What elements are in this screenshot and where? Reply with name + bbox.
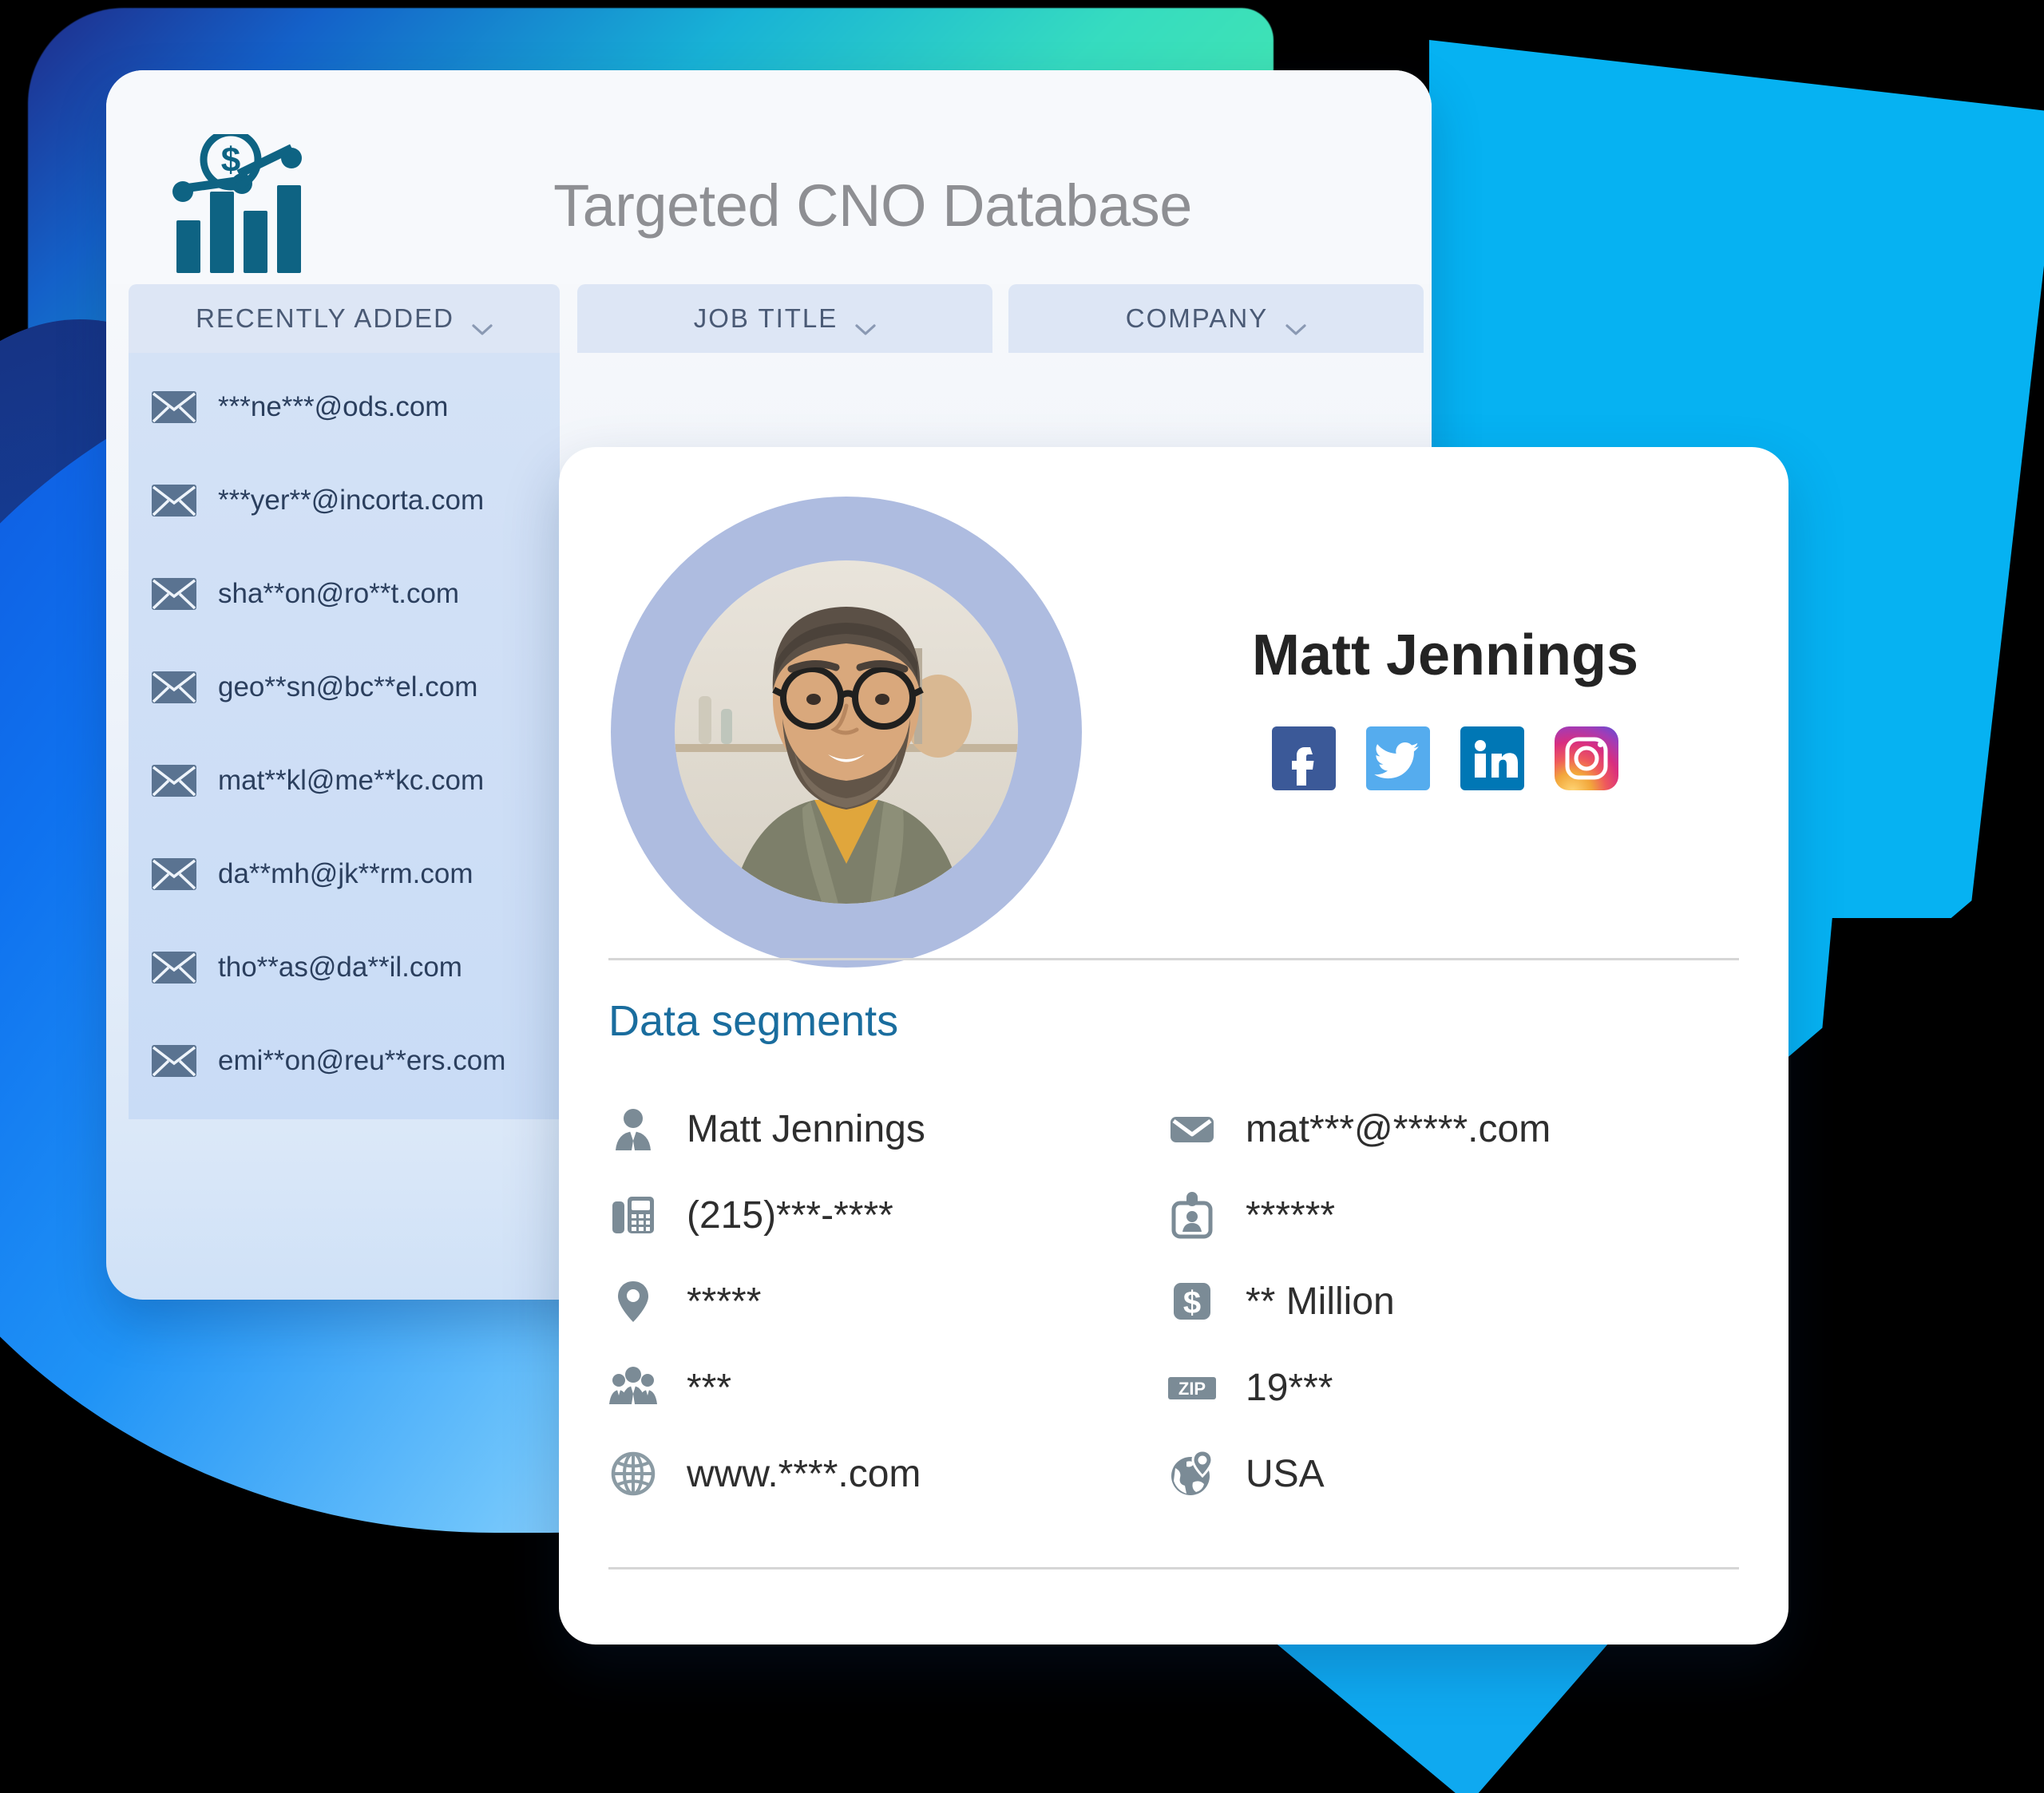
screenshot-root: $ Targeted CNO Database RECENTLY ADDED J… — [0, 0, 2044, 1793]
segment-value: (215)***-**** — [687, 1193, 893, 1237]
divider — [608, 1567, 1739, 1569]
segment-row-revenue: $ ** Million — [1167, 1258, 1694, 1344]
map-pin-icon — [608, 1276, 658, 1326]
email-address: da**mh@jk**rm.com — [218, 858, 473, 889]
envelope-icon — [151, 764, 197, 798]
email-address: tho**as@da**il.com — [218, 952, 462, 983]
svg-text:ZIP: ZIP — [1178, 1379, 1206, 1399]
facebook-icon[interactable] — [1272, 726, 1336, 790]
envelope-icon — [151, 577, 197, 611]
column-tab-company[interactable]: COMPANY — [1008, 284, 1424, 353]
instagram-icon[interactable] — [1555, 726, 1618, 790]
segment-value: 19*** — [1246, 1366, 1333, 1409]
segment-value: ** Million — [1246, 1280, 1395, 1323]
envelope-icon — [151, 951, 197, 984]
telephone-icon — [608, 1190, 658, 1240]
list-item[interactable]: emi**on@reu**ers.com — [151, 1037, 505, 1085]
divider — [608, 958, 1739, 960]
data-segments-heading: Data segments — [608, 997, 899, 1045]
segment-row-website: www.****.com — [608, 1431, 1135, 1517]
people-group-icon — [608, 1363, 658, 1412]
envelope-icon — [1167, 1104, 1217, 1154]
data-segments-right-column: mat***@*****.com ****** $ ** Million ZIP… — [1167, 1086, 1694, 1517]
list-item[interactable]: da**mh@jk**rm.com — [151, 850, 473, 898]
recently-added-email-list: ***ne***@ods.com ***yer**@incorta.com sh… — [129, 353, 560, 1119]
column-tab-label: COMPANY — [1125, 303, 1269, 333]
globe-pin-icon — [1167, 1449, 1217, 1498]
contact-profile-card: Matt Jennings Data segments Matt Jenning… — [559, 447, 1788, 1645]
zip-icon: ZIP — [1167, 1363, 1217, 1412]
segment-row-location: ***** — [608, 1258, 1135, 1344]
globe-icon — [608, 1449, 658, 1498]
card-header: $ Targeted CNO Database — [106, 70, 1432, 284]
email-address: geo**sn@bc**el.com — [218, 671, 478, 703]
segment-row-job-title: ****** — [1167, 1172, 1694, 1258]
segment-row-name: Matt Jennings — [608, 1086, 1135, 1172]
social-links — [1166, 726, 1725, 790]
segment-value: ***** — [687, 1280, 762, 1323]
person-icon — [608, 1104, 658, 1154]
email-address: emi**on@reu**ers.com — [218, 1045, 506, 1076]
email-address: sha**on@ro**t.com — [218, 578, 460, 609]
avatar — [611, 497, 1082, 968]
envelope-icon — [151, 671, 197, 704]
segment-value: USA — [1246, 1452, 1325, 1495]
list-item[interactable]: tho**as@da**il.com — [151, 944, 462, 991]
chevron-down-icon[interactable] — [1285, 312, 1306, 335]
id-badge-icon — [1167, 1190, 1217, 1240]
envelope-icon — [151, 1044, 197, 1078]
column-tab-label: JOB TITLE — [693, 303, 838, 333]
segment-row-country: USA — [1167, 1431, 1694, 1517]
svg-text:$: $ — [221, 141, 240, 180]
email-address: mat**kl@me**kc.com — [218, 765, 485, 796]
envelope-icon — [151, 857, 197, 891]
page-title: Targeted CNO Database — [553, 172, 1192, 239]
segment-value: mat***@*****.com — [1246, 1107, 1551, 1150]
segment-value: *** — [687, 1366, 732, 1409]
data-segments-left-column: Matt Jennings (215)***-**** ***** *** ww… — [608, 1086, 1135, 1517]
column-header-tabs: RECENTLY ADDED JOB TITLE COMPANY — [106, 284, 1432, 361]
email-address: ***ne***@ods.com — [218, 391, 449, 422]
column-tab-job-title[interactable]: JOB TITLE — [577, 284, 992, 353]
envelope-icon — [151, 390, 197, 424]
segment-row-employees: *** — [608, 1344, 1135, 1431]
email-address: ***yer**@incorta.com — [218, 485, 485, 516]
linkedin-icon[interactable] — [1460, 726, 1524, 790]
list-item[interactable]: ***ne***@ods.com — [151, 383, 448, 431]
segment-row-email: mat***@*****.com — [1167, 1086, 1694, 1172]
svg-text:$: $ — [1183, 1285, 1201, 1320]
envelope-icon — [151, 484, 197, 517]
dollar-icon: $ — [1167, 1276, 1217, 1326]
segment-value: www.****.com — [687, 1452, 921, 1495]
twitter-icon[interactable] — [1366, 726, 1430, 790]
segment-row-phone: (215)***-**** — [608, 1172, 1135, 1258]
segment-row-zip: ZIP 19*** — [1167, 1344, 1694, 1431]
list-item[interactable]: ***yer**@incorta.com — [151, 477, 484, 524]
chevron-down-icon[interactable] — [472, 312, 493, 335]
bar-chart-dollar-growth-icon: $ — [170, 129, 346, 278]
list-item[interactable]: geo**sn@bc**el.com — [151, 663, 477, 711]
portrait-photo — [675, 560, 1018, 904]
list-item[interactable]: sha**on@ro**t.com — [151, 570, 459, 618]
contact-name: Matt Jennings — [1251, 623, 1639, 687]
column-tab-label: RECENTLY ADDED — [196, 303, 454, 333]
list-item[interactable]: mat**kl@me**kc.com — [151, 757, 484, 805]
segment-value: Matt Jennings — [687, 1107, 925, 1150]
chevron-down-icon[interactable] — [855, 312, 876, 335]
column-tab-recently-added[interactable]: RECENTLY ADDED — [129, 284, 560, 353]
segment-value: ****** — [1246, 1193, 1336, 1237]
